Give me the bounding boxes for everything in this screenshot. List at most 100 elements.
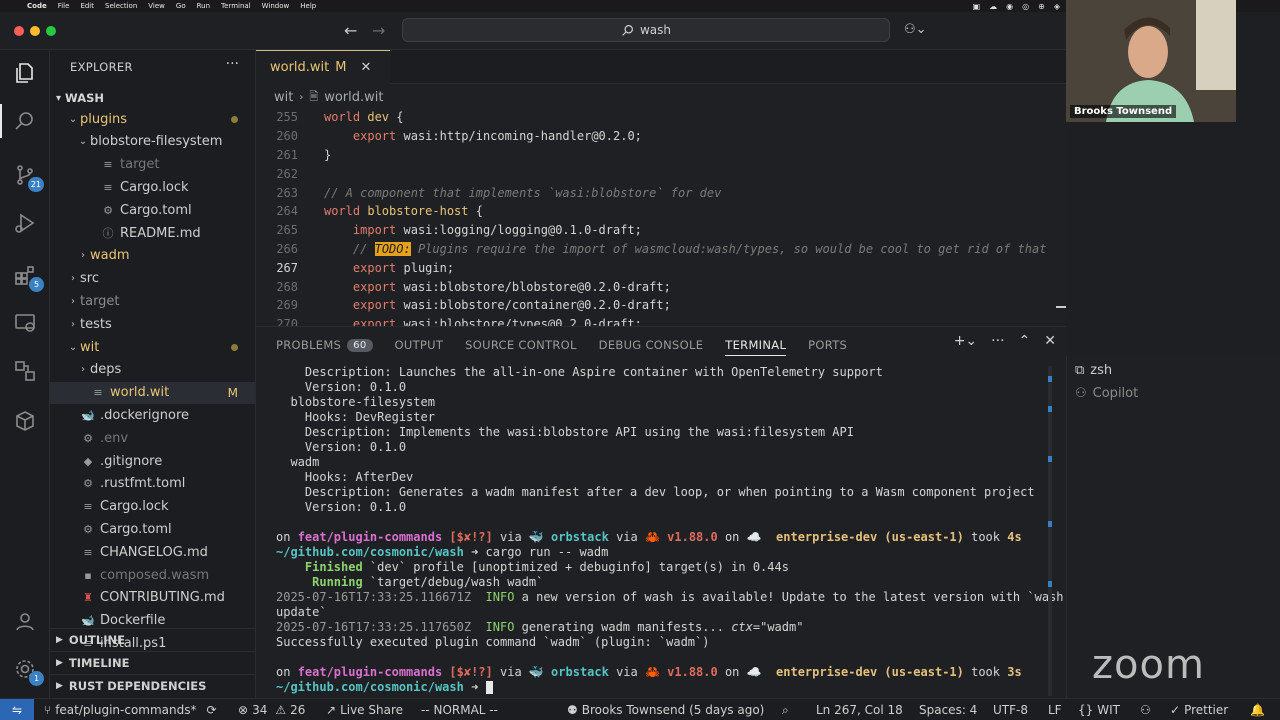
code-line[interactable]: 255 world dev {: [256, 108, 1066, 127]
code-line[interactable]: 265 import wasi:logging/logging@0.1.0-dr…: [256, 221, 1066, 240]
breadcrumb-folder[interactable]: wit: [274, 90, 293, 105]
remote-indicator-icon[interactable]: ⇋: [0, 699, 34, 720]
menu-go[interactable]: Go: [176, 2, 186, 10]
copilot-menu-icon[interactable]: ⚇⌄: [904, 22, 927, 37]
menu-app-name[interactable]: Code: [27, 2, 47, 10]
record-icon[interactable]: ◎: [1022, 2, 1029, 11]
workspace-root[interactable]: ▾ WASH: [50, 88, 255, 108]
close-icon[interactable]: ✕: [361, 60, 372, 75]
zoom-window-icon[interactable]: [46, 26, 56, 36]
status-branch[interactable]: ⑂ feat/plugin-commands* ⟳: [44, 699, 217, 720]
tab-world-wit[interactable]: world.wit M ✕: [256, 50, 390, 84]
explorer-files-icon[interactable]: [10, 58, 40, 88]
new-terminal-icon[interactable]: +⌄: [954, 333, 977, 349]
terminal-scrollbar[interactable]: [1048, 366, 1052, 696]
code-line[interactable]: 260 export wasi:http/incoming-handler@0.…: [256, 127, 1066, 146]
close-window-icon[interactable]: [14, 26, 24, 36]
code-line[interactable]: 261}: [256, 146, 1066, 165]
code-line[interactable]: 262: [256, 164, 1066, 183]
copilot-status-icon[interactable]: ⚇: [1140, 699, 1151, 720]
tree-item-src[interactable]: › src: [50, 268, 255, 290]
code-line[interactable]: 269 export wasi:blobstore/container@0.2.…: [256, 296, 1066, 315]
gear-icon[interactable]: 1: [10, 654, 44, 686]
tree-item-target[interactable]: › target: [50, 290, 255, 312]
tab-problems[interactable]: PROBLEMS 60: [276, 338, 373, 352]
extensions-icon[interactable]: 5: [10, 260, 44, 292]
status-icon[interactable]: ▣: [973, 2, 981, 11]
containers-icon[interactable]: [10, 356, 40, 386]
more-actions-icon[interactable]: ···: [226, 56, 239, 72]
settings-icon[interactable]: ⊕: [1038, 2, 1045, 11]
tree-item-target[interactable]: ≡ target: [50, 154, 255, 176]
terminal-output[interactable]: Description: Launches the all-in-one Asp…: [276, 365, 1064, 697]
status-indentation[interactable]: Spaces: 4: [919, 699, 977, 720]
command-center-search[interactable]: wash: [402, 18, 890, 42]
section-outline[interactable]: ▶ OUTLINE: [50, 628, 255, 650]
tree-item-cargo-lock[interactable]: ≡ Cargo.lock: [50, 176, 255, 198]
menu-edit[interactable]: Edit: [80, 2, 94, 10]
menu-terminal[interactable]: Terminal: [221, 2, 251, 10]
tree-item-cargo-toml[interactable]: ⚙ Cargo.toml: [50, 199, 255, 221]
status-git-blame[interactable]: ⚉ Brooks Townsend (5 days ago): [567, 699, 764, 720]
minimize-window-icon[interactable]: [30, 26, 40, 36]
notifications-bell-icon[interactable]: 🔔: [1250, 699, 1265, 720]
menu-selection[interactable]: Selection: [105, 2, 137, 10]
tree-item-blobstore-filesystem[interactable]: ⌄ blobstore-filesystem: [50, 131, 255, 153]
section-rust-dependencies[interactable]: ▶ RUST DEPENDENCIES: [50, 674, 255, 696]
tree-item-composed-wasm[interactable]: ▪ composed.wasm: [50, 564, 255, 586]
code-line[interactable]: 266 // TODO: Plugins require the import …: [256, 240, 1066, 259]
arrow-left-icon[interactable]: ←: [344, 21, 357, 40]
tree-item-world-wit[interactable]: ≡ world.wit M: [50, 381, 255, 404]
tree-item--env[interactable]: ⚙ .env: [50, 427, 255, 449]
wifi-icon[interactable]: ◉: [1006, 2, 1013, 11]
zoom-search-icon[interactable]: ⌕: [782, 699, 789, 720]
tree-item-deps[interactable]: › deps: [50, 359, 255, 381]
menu-help[interactable]: Help: [300, 2, 316, 10]
terminal-item-zsh[interactable]: ⧉ zsh: [1075, 360, 1112, 380]
status-cursor-position[interactable]: Ln 267, Col 18: [816, 699, 903, 720]
tree-item-cargo-lock[interactable]: ≡ Cargo.lock: [50, 496, 255, 518]
menu-view[interactable]: View: [148, 2, 165, 10]
section-timeline[interactable]: ▶ TIMELINE: [50, 651, 255, 673]
status-prettier[interactable]: ✓ Prettier: [1170, 699, 1228, 720]
tree-item-changelog-md[interactable]: ≡ CHANGELOG.md: [50, 541, 255, 563]
account-icon[interactable]: [10, 606, 40, 636]
tab-source-control[interactable]: SOURCE CONTROL: [465, 338, 577, 352]
code-line[interactable]: 268 export wasi:blobstore/blobstore@0.2.…: [256, 277, 1066, 296]
status-eol[interactable]: LF: [1048, 699, 1062, 720]
menu-window[interactable]: Window: [262, 2, 290, 10]
tab-terminal[interactable]: TERMINAL: [725, 338, 787, 356]
tree-item-cargo-toml[interactable]: ⚙ Cargo.toml: [50, 518, 255, 540]
source-control-icon[interactable]: 21: [10, 160, 44, 192]
tab-ports[interactable]: PORTS: [808, 338, 847, 352]
tree-item--dockerignore[interactable]: 🐋 .dockerignore: [50, 404, 255, 426]
search-icon[interactable]: [10, 106, 40, 136]
tree-item-tests[interactable]: › tests: [50, 313, 255, 335]
code-line[interactable]: 263 // A component that implements `wasi:…: [256, 183, 1066, 202]
tree-item-readme-md[interactable]: ⓘ README.md: [50, 222, 255, 244]
tree-item-wadm[interactable]: › wadm: [50, 245, 255, 267]
status-language[interactable]: {} WIT: [1078, 699, 1120, 720]
remote-explorer-icon[interactable]: [10, 308, 40, 338]
tree-item-plugins[interactable]: ⌄ plugins: [50, 108, 255, 130]
status-live-share[interactable]: ↗ Live Share: [326, 699, 403, 720]
code-line[interactable]: 267 export plugin;: [256, 258, 1066, 277]
status-problems[interactable]: ⊗ 34 ⚠ 26: [238, 699, 305, 720]
tree-item-wit[interactable]: ⌄ wit: [50, 336, 255, 358]
terminal-item-copilot[interactable]: ⚇ Copilot: [1075, 383, 1138, 403]
tab-debug-console[interactable]: DEBUG CONSOLE: [599, 338, 704, 352]
close-icon[interactable]: ✕: [1044, 333, 1056, 349]
maximize-panel-icon[interactable]: ⌃: [1019, 333, 1031, 349]
code-line[interactable]: 264 world blobstore-host {: [256, 202, 1066, 221]
tree-item--rustfmt-toml[interactable]: ⚙ .rustfmt.toml: [50, 473, 255, 495]
arrow-right-icon[interactable]: →: [372, 21, 385, 40]
package-icon[interactable]: [10, 406, 40, 436]
menu-file[interactable]: File: [58, 2, 70, 10]
menu-run[interactable]: Run: [197, 2, 210, 10]
tab-output[interactable]: OUTPUT: [395, 338, 444, 352]
cloud-icon[interactable]: ☁: [989, 2, 997, 11]
status-encoding[interactable]: UTF-8: [993, 699, 1028, 720]
code-line[interactable]: 270 export wasi:blobstore/types@0.2.0-dr…: [256, 315, 1066, 326]
tree-item-contributing-md[interactable]: ♜ CONTRIBUTING.md: [50, 587, 255, 609]
bell-icon[interactable]: ◈: [1054, 2, 1060, 11]
